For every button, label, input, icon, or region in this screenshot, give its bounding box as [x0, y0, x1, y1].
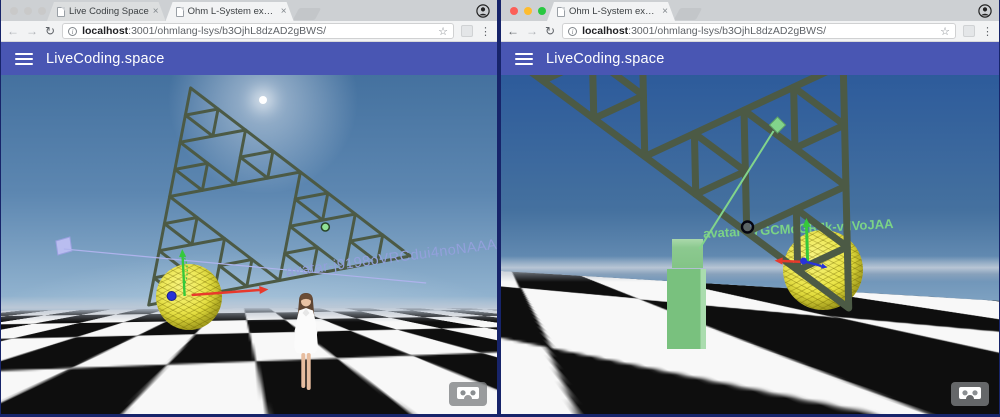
3d-scene-left[interactable]: avatar-j9198oVRCdui4noNAAAh: [1, 75, 497, 414]
bookmark-star-icon[interactable]: ☆: [940, 25, 950, 38]
forward-icon[interactable]: →: [526, 25, 538, 37]
close-window-icon[interactable]: [510, 7, 518, 15]
tab-strip: Live Coding Space × Ohm L-System example…: [1, 0, 497, 21]
axes-layer: [1, 75, 497, 414]
traffic-lights[interactable]: [10, 7, 46, 15]
browser-menu-icon[interactable]: ⋮: [982, 25, 993, 38]
page-info-icon[interactable]: i: [568, 27, 577, 36]
url-text: localhost:3001/ohmlang-lsys/b3OjhL8dzAD2…: [82, 25, 433, 37]
url-host: localhost: [582, 25, 628, 37]
browser-menu-icon[interactable]: ⋮: [480, 25, 491, 38]
dark-node-dot: [742, 222, 753, 233]
y-axis-arrow: [803, 218, 811, 263]
address-bar[interactable]: i localhost:3001/ohmlang-lsys/b3OjhL8dzA…: [62, 23, 454, 39]
axes-layer: [501, 75, 999, 414]
tab-close-icon[interactable]: ×: [153, 7, 159, 17]
hamburger-menu-icon[interactable]: [15, 53, 33, 65]
browser-window-right: Ohm L-System example app × ← → ↻ i local…: [499, 0, 1000, 417]
z-axis-dot: [167, 292, 176, 301]
tab-label: Ohm L-System example app: [569, 6, 658, 17]
browser-toolbar: ← → ↻ i localhost:3001/ohmlang-lsys/b3Oj…: [501, 21, 999, 42]
profile-icon[interactable]: [476, 4, 490, 18]
tab-label: Ohm L-System example app: [188, 6, 277, 17]
green-pointer-ray: [699, 131, 773, 249]
back-icon[interactable]: ←: [7, 25, 19, 37]
app-title: LiveCoding.space: [546, 51, 664, 67]
3d-scene-right[interactable]: avatar-47GCMdGRJk-vdVoJAA: [501, 75, 999, 414]
address-bar[interactable]: i localhost:3001/ohmlang-lsys/b3OjhL8dzA…: [562, 23, 956, 39]
tab-label: Live Coding Space: [69, 6, 149, 17]
app-title: LiveCoding.space: [46, 51, 164, 67]
close-window-icon[interactable]: [10, 7, 18, 15]
extension-icon[interactable]: [963, 25, 975, 37]
url-host: localhost: [82, 25, 128, 37]
minimize-window-icon[interactable]: [24, 7, 32, 15]
tab-close-icon[interactable]: ×: [662, 7, 668, 17]
browser-window-left: Live Coding Space × Ohm L-System example…: [0, 0, 499, 417]
url-text: localhost:3001/ohmlang-lsys/b3OjhL8dzAD2…: [582, 25, 935, 37]
vr-goggles-icon: [959, 387, 981, 401]
url-path: :3001/ohmlang-lsys/b3OjhL8dzAD2gBWS/: [628, 25, 826, 37]
url-path: :3001/ohmlang-lsys/b3OjhL8dzAD2gBWS/: [128, 25, 326, 37]
vr-mode-button[interactable]: [951, 382, 989, 406]
tab-close-icon[interactable]: ×: [281, 7, 287, 17]
new-tab-button[interactable]: [674, 8, 702, 20]
z-axis-dot: [800, 258, 807, 265]
minimize-window-icon[interactable]: [524, 7, 532, 15]
bookmark-star-icon[interactable]: ☆: [438, 25, 448, 38]
y-axis-arrow: [179, 249, 186, 296]
z-axis-arrow: [807, 262, 828, 269]
green-diamond-arrowhead: [770, 117, 786, 133]
tab-ohm-lsystem[interactable]: Ohm L-System example app ×: [166, 2, 294, 21]
back-icon[interactable]: ←: [507, 25, 519, 37]
page-favicon-icon: [57, 7, 65, 17]
vr-mode-button[interactable]: [449, 382, 487, 406]
page-favicon-icon: [176, 7, 184, 17]
zoom-window-icon[interactable]: [38, 7, 46, 15]
tab-ohm-lsystem[interactable]: Ohm L-System example app ×: [547, 2, 675, 21]
x-axis-arrow: [192, 286, 269, 295]
vr-goggles-icon: [457, 387, 479, 401]
browser-toolbar: ← → ↻ i localhost:3001/ohmlang-lsys/b3Oj…: [1, 21, 497, 42]
zoom-window-icon[interactable]: [538, 7, 546, 15]
forward-icon[interactable]: →: [26, 25, 38, 37]
tab-live-coding-space[interactable]: Live Coding Space ×: [47, 2, 166, 21]
page-info-icon[interactable]: i: [68, 27, 77, 36]
app-header: LiveCoding.space: [501, 42, 999, 75]
screenshot-stage: Live Coding Space × Ohm L-System example…: [0, 0, 1000, 417]
page-favicon-icon: [557, 7, 565, 17]
extension-icon[interactable]: [461, 25, 473, 37]
hamburger-menu-icon[interactable]: [515, 53, 533, 65]
tab-strip: Ohm L-System example app ×: [501, 0, 999, 21]
app-header: LiveCoding.space: [1, 42, 497, 75]
profile-icon[interactable]: [978, 4, 992, 18]
reload-icon[interactable]: ↻: [545, 25, 555, 37]
new-tab-button[interactable]: [292, 8, 320, 20]
reload-icon[interactable]: ↻: [45, 25, 55, 37]
traffic-lights[interactable]: [510, 7, 546, 15]
woman-avatar[interactable]: [284, 291, 328, 395]
